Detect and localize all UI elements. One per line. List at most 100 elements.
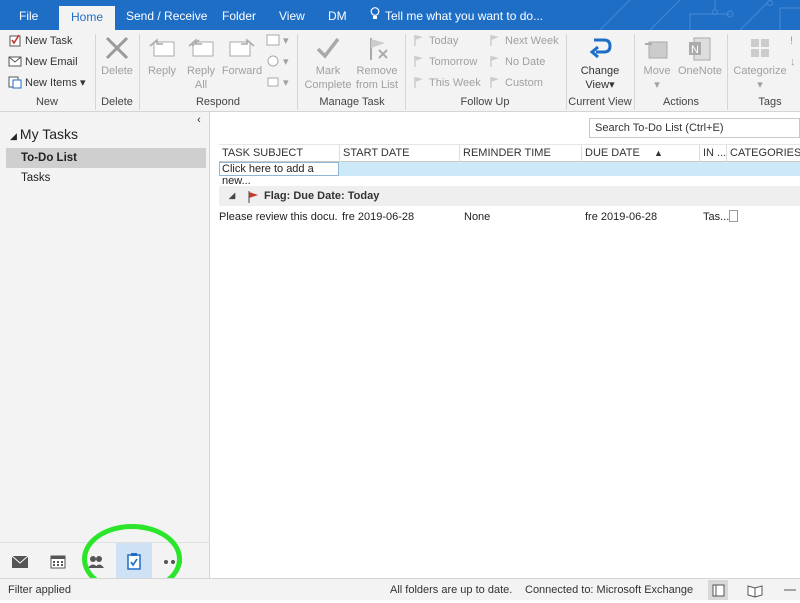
mark-complete-button[interactable]: Mark Complete xyxy=(302,34,354,92)
column-header-start-date[interactable]: START DATE xyxy=(340,145,460,162)
remove-from-list-button[interactable]: Remove from List xyxy=(353,34,401,92)
forward-icon xyxy=(229,38,255,57)
calendar-module-button[interactable] xyxy=(43,547,73,577)
move-button[interactable]: Move ▾ xyxy=(638,34,676,92)
column-header-in-folder[interactable]: IN ... xyxy=(700,145,727,162)
new-task-button[interactable]: New Task xyxy=(8,32,72,50)
group-header[interactable]: ◢ Flag: Due Date: Today xyxy=(219,186,800,206)
status-bar: Filter applied All folders are up to dat… xyxy=(0,578,800,600)
follow-today-button[interactable]: Today xyxy=(412,32,458,50)
remove-label-2: from List xyxy=(355,79,399,91)
more-modules-button[interactable] xyxy=(158,547,188,577)
more-respond-button[interactable]: ▾ xyxy=(266,74,289,92)
group-label-manage-task: Manage Task xyxy=(319,96,385,108)
forward-label: Forward xyxy=(221,65,263,77)
follow-no-date-label: No Date xyxy=(505,56,546,68)
circuit-decoration-icon xyxy=(599,0,800,30)
tab-dm[interactable]: DM xyxy=(328,0,347,30)
categorize-button[interactable]: Categorize ▾ xyxy=(732,34,788,92)
collapse-pane-icon[interactable]: ‹ xyxy=(192,114,206,128)
new-task-row[interactable]: Click here to add a new... xyxy=(219,162,800,187)
nav-item-tasks[interactable]: Tasks xyxy=(6,168,206,188)
module-switcher xyxy=(0,542,210,579)
people-icon xyxy=(88,556,104,568)
group-header-label: Flag: Due Date: Today xyxy=(264,190,380,202)
ribbon-separator xyxy=(405,34,406,110)
move-folder-icon xyxy=(645,41,668,59)
nav-item-to-do-list[interactable]: To-Do List xyxy=(6,148,206,168)
follow-tomorrow-button[interactable]: Tomorrow xyxy=(412,53,477,71)
zoom-button[interactable] xyxy=(780,580,800,600)
envelope-icon xyxy=(11,555,29,568)
in-folder-cell[interactable]: Tas... xyxy=(703,210,729,224)
group-label-current-view: Current View xyxy=(568,96,632,108)
follow-tomorrow-label: Tomorrow xyxy=(429,56,478,68)
group-label-actions: Actions xyxy=(662,96,700,108)
tab-folder[interactable]: Folder xyxy=(222,0,256,30)
due-date-cell[interactable]: fre 2019-06-28 xyxy=(585,210,685,224)
status-filter: Filter applied xyxy=(8,584,71,596)
column-header-due-date[interactable]: DUE DATE ▲ xyxy=(582,145,700,162)
group-label-follow-up: Follow Up xyxy=(460,96,510,108)
group-label-delete: Delete xyxy=(101,96,133,108)
meeting-icon xyxy=(266,33,280,47)
forward-button[interactable]: Forward xyxy=(220,34,264,78)
move-label: Move xyxy=(643,65,671,77)
follow-custom-button[interactable]: Custom xyxy=(488,74,543,92)
tell-me-text: Tell me what you want to do... xyxy=(385,9,544,23)
delete-button[interactable]: Delete xyxy=(98,34,136,78)
follow-no-date-button[interactable]: No Date xyxy=(488,53,545,71)
follow-next-week-label: Next Week xyxy=(505,35,559,47)
reply-all-button[interactable]: Reply All xyxy=(182,34,220,92)
change-view-label-2: View xyxy=(585,79,610,91)
task-subject-cell[interactable]: Please review this docu... xyxy=(219,210,337,224)
new-email-button[interactable]: New Email xyxy=(8,53,78,71)
follow-next-week-button[interactable]: Next Week xyxy=(488,32,559,50)
dropdown-caret-icon: ▾ xyxy=(654,79,660,91)
tab-file[interactable]: File xyxy=(19,0,38,30)
folder-pane: ‹ ◢ My Tasks To-Do List Tasks xyxy=(0,112,210,542)
reply-button[interactable]: Reply xyxy=(143,34,181,78)
tab-home[interactable]: Home xyxy=(59,6,116,30)
follow-custom-label: Custom xyxy=(505,77,543,89)
reply-all-label-1: Reply xyxy=(186,65,216,77)
my-tasks-header[interactable]: ◢ My Tasks xyxy=(10,126,78,142)
start-date-cell[interactable]: fre 2019-06-28 xyxy=(342,210,452,224)
group-label-tags: Tags xyxy=(758,96,782,108)
new-items-button[interactable]: New Items ▾ xyxy=(8,74,86,92)
reply-icon xyxy=(149,38,175,57)
people-module-button[interactable] xyxy=(81,547,111,577)
mark-complete-label-1: Mark xyxy=(315,65,341,77)
collapse-group-icon[interactable]: ◢ xyxy=(229,186,235,206)
new-task-input[interactable]: Click here to add a new... xyxy=(219,162,339,187)
change-view-button[interactable]: Change View▾ xyxy=(572,34,628,92)
normal-view-button[interactable] xyxy=(708,580,728,600)
column-header-categories[interactable]: CATEGORIES xyxy=(727,145,800,162)
flag-icon xyxy=(488,54,502,68)
tasks-module-button[interactable] xyxy=(116,543,152,579)
low-importance-button[interactable]: ↓ xyxy=(790,53,796,71)
search-input[interactable]: Search To-Do List (Ctrl+E) xyxy=(589,118,800,138)
follow-this-week-button[interactable]: This Week xyxy=(412,74,481,92)
tab-view[interactable]: View xyxy=(279,0,305,30)
new-task-icon xyxy=(8,33,22,47)
onenote-label: OneNote xyxy=(677,65,723,77)
im-reply-button[interactable]: ▾ xyxy=(266,53,289,71)
column-header-task-subject[interactable]: TASK SUBJECT xyxy=(219,145,340,162)
mark-complete-label-2: Complete xyxy=(304,79,352,91)
important-button[interactable]: ! xyxy=(790,32,793,50)
column-header-reminder-time[interactable]: REMINDER TIME xyxy=(460,145,582,162)
meeting-reply-button[interactable]: ▾ xyxy=(266,32,289,50)
ribbon-separator xyxy=(727,34,728,110)
dropdown-caret-icon: ▾ xyxy=(609,79,615,91)
checkmark-icon xyxy=(316,37,340,59)
tell-me-box[interactable]: Tell me what you want to do... xyxy=(370,0,543,30)
mail-module-button[interactable] xyxy=(5,547,35,577)
onenote-button[interactable]: N OneNote xyxy=(676,34,724,78)
task-complete-checkbox[interactable] xyxy=(729,210,738,222)
reminder-cell[interactable]: None xyxy=(464,210,564,224)
flag-icon xyxy=(488,33,502,47)
tab-send-receive[interactable]: Send / Receive xyxy=(126,0,207,30)
reading-view-button[interactable] xyxy=(745,580,765,600)
tasks-clipboard-icon xyxy=(127,552,141,570)
